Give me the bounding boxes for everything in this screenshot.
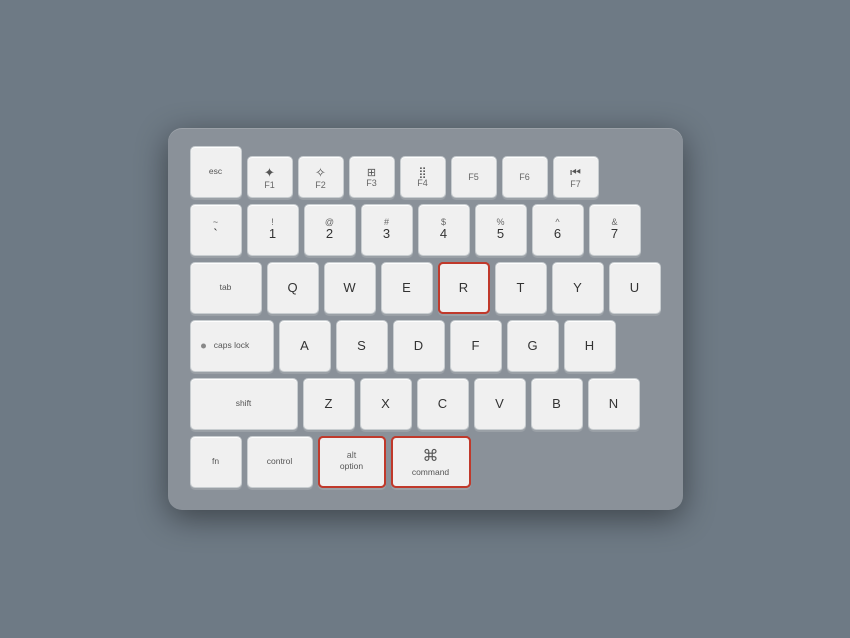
- key-f7[interactable]: ⏮ F7: [553, 156, 599, 198]
- key-f7-label: F7: [570, 180, 581, 189]
- key-esc-label: esc: [209, 166, 222, 177]
- key-n-main: N: [609, 397, 618, 411]
- key-4[interactable]: $ 4: [418, 204, 470, 256]
- z-row: shift Z X C V B N: [190, 378, 661, 430]
- key-command-content: ⌘ command: [412, 446, 449, 478]
- number-row: ~ ` ! 1 @ 2 # 3 $ 4 % 5 ^ 6 & 7: [190, 204, 661, 256]
- key-command[interactable]: ⌘ command: [391, 436, 471, 488]
- key-v[interactable]: V: [474, 378, 526, 430]
- key-f6-label: F6: [519, 173, 530, 182]
- key-option-content: alt option: [340, 451, 363, 472]
- key-d[interactable]: D: [393, 320, 445, 372]
- key-f7-icon: ⏮: [570, 165, 581, 180]
- key-3[interactable]: # 3: [361, 204, 413, 256]
- key-f3-label: F3: [366, 179, 377, 188]
- a-row: caps lock A S D F G H: [190, 320, 661, 372]
- key-5-main: 5: [497, 227, 504, 241]
- key-command-icon: ⌘: [422, 446, 438, 466]
- key-f2[interactable]: ✧ F2: [298, 156, 344, 198]
- key-f4-label: F4: [417, 179, 428, 188]
- key-control-label: control: [267, 456, 293, 467]
- key-shift[interactable]: shift: [190, 378, 298, 430]
- key-b-main: B: [552, 397, 561, 411]
- fkey-row: esc ✦ F1 ✧ F2 ⊞ F3 ⣿ F4 F5 F6 ⏮ F7: [190, 146, 661, 198]
- key-h-main: H: [585, 339, 594, 353]
- key-c-main: C: [438, 397, 447, 411]
- key-t-main: T: [517, 281, 525, 295]
- key-q-main: Q: [287, 281, 297, 295]
- key-f2-label: F2: [315, 181, 326, 190]
- key-f4[interactable]: ⣿ F4: [400, 156, 446, 198]
- key-w-main: W: [343, 281, 355, 295]
- key-control[interactable]: control: [247, 436, 313, 488]
- key-f5[interactable]: F5: [451, 156, 497, 198]
- key-f6[interactable]: F6: [502, 156, 548, 198]
- key-n[interactable]: N: [588, 378, 640, 430]
- key-g[interactable]: G: [507, 320, 559, 372]
- key-fn[interactable]: fn: [190, 436, 242, 488]
- key-z[interactable]: Z: [303, 378, 355, 430]
- q-row: tab Q W E R T Y U: [190, 262, 661, 314]
- key-y[interactable]: Y: [552, 262, 604, 314]
- key-r[interactable]: R: [438, 262, 490, 314]
- key-f-main: F: [472, 339, 480, 353]
- key-2[interactable]: @ 2: [304, 204, 356, 256]
- key-a[interactable]: A: [279, 320, 331, 372]
- key-s-main: S: [357, 339, 366, 353]
- key-u[interactable]: U: [609, 262, 661, 314]
- key-4-main: 4: [440, 227, 447, 241]
- key-u-main: U: [630, 281, 639, 295]
- key-s[interactable]: S: [336, 320, 388, 372]
- key-shift-label: shift: [236, 398, 252, 409]
- key-r-main: R: [459, 281, 468, 295]
- key-tab-label: tab: [220, 282, 232, 293]
- key-f1-icon: ✦: [264, 165, 275, 181]
- key-2-main: 2: [326, 227, 333, 241]
- key-d-main: D: [414, 339, 423, 353]
- key-w[interactable]: W: [324, 262, 376, 314]
- key-tilde[interactable]: ~ `: [190, 204, 242, 256]
- key-f1-label: F1: [264, 181, 275, 190]
- key-h[interactable]: H: [564, 320, 616, 372]
- key-3-main: 3: [383, 227, 390, 241]
- key-z-main: Z: [325, 397, 333, 411]
- key-option-label: option: [340, 461, 363, 472]
- key-1-main: 1: [269, 227, 276, 241]
- key-tab[interactable]: tab: [190, 262, 262, 314]
- key-f1[interactable]: ✦ F1: [247, 156, 293, 198]
- key-t[interactable]: T: [495, 262, 547, 314]
- key-esc[interactable]: esc: [190, 146, 242, 198]
- key-7[interactable]: & 7: [589, 204, 641, 256]
- key-caps-lock[interactable]: caps lock: [190, 320, 274, 372]
- key-e-main: E: [402, 281, 411, 295]
- caps-lock-dot: [201, 344, 206, 349]
- key-5[interactable]: % 5: [475, 204, 527, 256]
- key-y-main: Y: [573, 281, 582, 295]
- key-7-main: 7: [611, 227, 618, 241]
- keyboard: esc ✦ F1 ✧ F2 ⊞ F3 ⣿ F4 F5 F6 ⏮ F7: [168, 128, 683, 510]
- key-command-label: command: [412, 467, 449, 478]
- key-f5-label: F5: [468, 173, 479, 182]
- key-6[interactable]: ^ 6: [532, 204, 584, 256]
- key-v-main: V: [495, 397, 504, 411]
- key-b[interactable]: B: [531, 378, 583, 430]
- key-a-main: A: [300, 339, 309, 353]
- key-e[interactable]: E: [381, 262, 433, 314]
- key-tilde-main: `: [213, 227, 217, 241]
- bottom-row: fn control alt option ⌘ command: [190, 436, 661, 488]
- key-x-main: X: [381, 397, 390, 411]
- key-g-main: G: [527, 339, 537, 353]
- key-f2-icon: ✧: [315, 165, 326, 181]
- key-fn-label: fn: [212, 456, 219, 467]
- key-c[interactable]: C: [417, 378, 469, 430]
- key-1[interactable]: ! 1: [247, 204, 299, 256]
- key-f[interactable]: F: [450, 320, 502, 372]
- key-option[interactable]: alt option: [318, 436, 386, 488]
- key-6-main: 6: [554, 227, 561, 241]
- key-option-alt: alt: [347, 451, 357, 460]
- key-q[interactable]: Q: [267, 262, 319, 314]
- key-f3[interactable]: ⊞ F3: [349, 156, 395, 198]
- key-caps-label: caps lock: [214, 340, 249, 351]
- key-x[interactable]: X: [360, 378, 412, 430]
